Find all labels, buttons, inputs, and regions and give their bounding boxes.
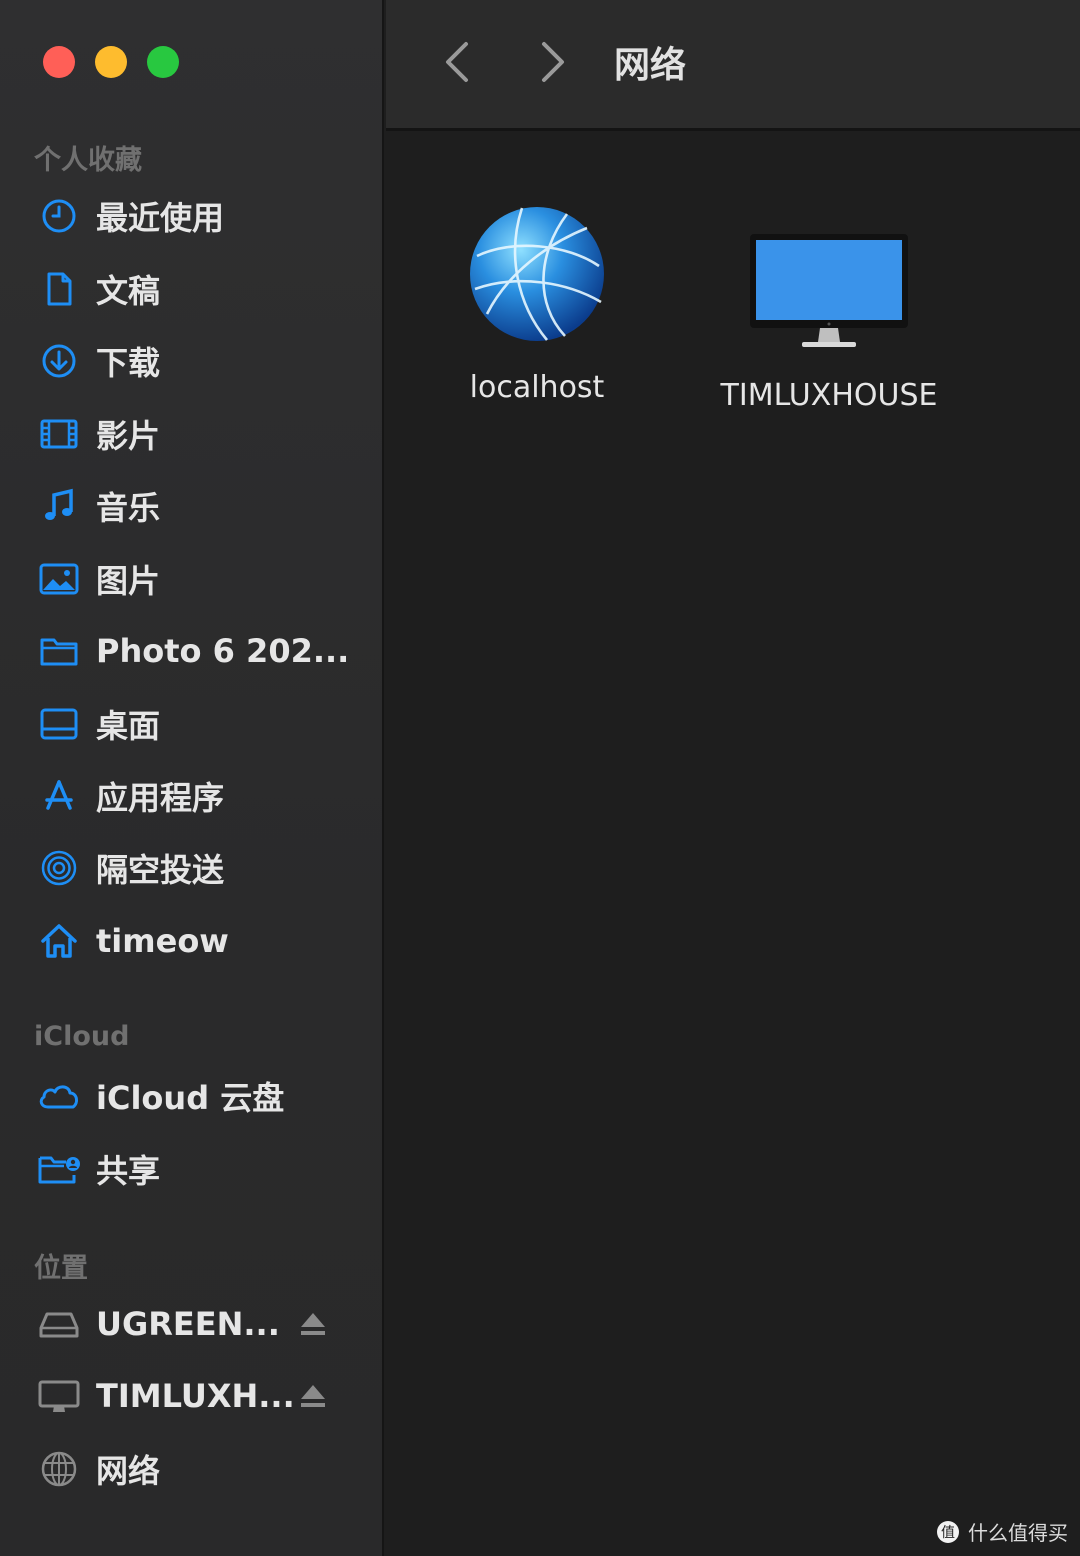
sidebar-item-applications[interactable]: 应用程序 [36, 766, 356, 826]
sidebar-item-label: 音乐 [96, 489, 161, 527]
sidebar-item-label: TIMLUXH... [96, 1377, 295, 1415]
home-icon [36, 918, 82, 964]
sidebar-item-label: iCloud 云盘 [96, 1079, 285, 1117]
icloud-header: iCloud [34, 1021, 130, 1052]
sidebar-item-network[interactable]: 网络 [36, 1439, 356, 1499]
sidebar: 个人收藏 最近使用 文稿 下载 影片 音乐 图片 Photo 6 202... … [0, 0, 384, 1556]
network-item-name: TIMLUXHOUSE [720, 378, 938, 413]
sidebar-item-label: 影片 [96, 417, 161, 455]
svg-text:值: 值 [941, 1525, 955, 1541]
sidebar-item-documents[interactable]: 文稿 [36, 259, 356, 319]
eject-icon[interactable] [298, 1309, 328, 1339]
document-icon [36, 266, 82, 312]
zoom-button[interactable] [147, 46, 179, 78]
toolbar: 网络 [386, 0, 1080, 131]
sidebar-item-airdrop[interactable]: 隔空投送 [36, 838, 356, 898]
window-controls [43, 46, 179, 78]
network-item-name: localhost [469, 370, 605, 405]
sidebar-item-label: timeow [96, 922, 229, 960]
folder-icon [36, 628, 82, 674]
sidebar-item-label: 隔空投送 [96, 851, 225, 889]
sidebar-item-movies[interactable]: 影片 [36, 404, 356, 464]
minimize-button[interactable] [95, 46, 127, 78]
sidebar-item-label: UGREEN... [96, 1305, 280, 1343]
network-item-timluxhouse[interactable]: TIMLUXHOUSE [714, 232, 944, 413]
cloud-icon [36, 1073, 82, 1119]
eject-icon[interactable] [298, 1381, 328, 1411]
sidebar-item-home[interactable]: timeow [36, 911, 356, 971]
locations-header: 位置 [34, 1253, 88, 1284]
watermark-text: 什么值得买 [968, 1521, 1068, 1545]
watermark-logo-icon: 值 [937, 1520, 959, 1543]
film-icon [36, 411, 82, 457]
download-icon [36, 338, 82, 384]
sidebar-item-recents[interactable]: 最近使用 [36, 186, 356, 246]
network-globe-icon [470, 207, 604, 341]
sidebar-item-label: 最近使用 [96, 199, 225, 237]
close-button[interactable] [43, 46, 75, 78]
sidebar-item-shared[interactable]: 共享 [36, 1139, 356, 1199]
shared-folder-icon [36, 1146, 82, 1192]
sidebar-item-label: 共享 [96, 1152, 161, 1190]
forward-button[interactable] [532, 40, 572, 84]
music-icon [36, 483, 82, 529]
airdrop-icon [36, 845, 82, 891]
sidebar-item-icloud-drive[interactable]: iCloud 云盘 [36, 1066, 356, 1126]
applications-icon [36, 773, 82, 819]
sidebar-item-label: 网络 [96, 1452, 161, 1490]
sidebar-item-label: 应用程序 [96, 779, 225, 817]
sidebar-item-label: 下载 [96, 344, 161, 382]
sidebar-item-music[interactable]: 音乐 [36, 476, 356, 536]
sidebar-item-pictures[interactable]: 图片 [36, 549, 356, 609]
window-title: 网络 [614, 45, 687, 86]
sidebar-item-desktop[interactable]: 桌面 [36, 694, 356, 754]
photo-icon [36, 556, 82, 602]
watermark: 值 什么值得买 [936, 1517, 1068, 1546]
network-item-localhost[interactable]: localhost [448, 204, 626, 405]
content-area: 网络 localhost TIMLUXHOUSE [386, 0, 1080, 1556]
clock-icon [36, 193, 82, 239]
back-button[interactable] [438, 40, 478, 84]
computer-icon [36, 1373, 82, 1419]
sidebar-item-label: Photo 6 202... [96, 632, 350, 670]
favorites-header: 个人收藏 [34, 145, 142, 176]
sidebar-item-photo-folder[interactable]: Photo 6 202... [36, 621, 356, 681]
network-globe-icon [36, 1446, 82, 1492]
sidebar-item-label: 图片 [96, 562, 161, 600]
drive-icon [36, 1301, 82, 1347]
sidebar-item-label: 桌面 [96, 707, 161, 745]
sidebar-item-downloads[interactable]: 下载 [36, 331, 356, 391]
imac-icon [750, 234, 908, 347]
sidebar-item-label: 文稿 [96, 272, 161, 310]
desktop-icon [36, 701, 82, 747]
